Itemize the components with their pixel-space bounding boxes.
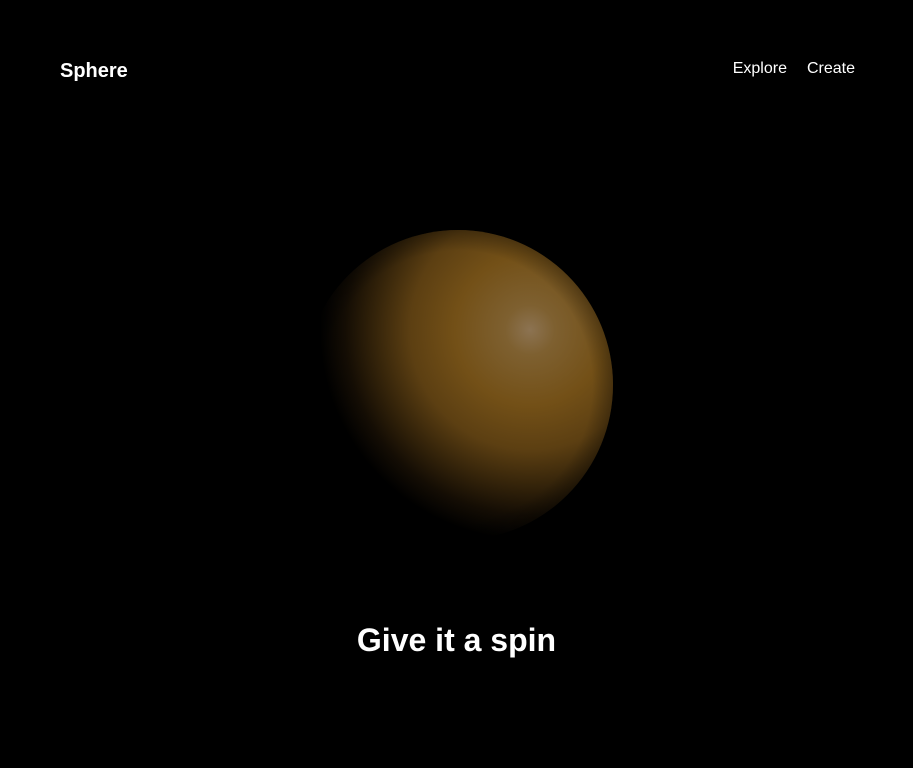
top-nav: Explore Create: [733, 59, 855, 79]
nav-explore-link[interactable]: Explore: [733, 59, 787, 79]
sphere-3d[interactable]: [303, 230, 613, 540]
nav-create-link[interactable]: Create: [807, 59, 855, 79]
logo-link[interactable]: Sphere: [60, 59, 128, 83]
hero-tagline: Give it a spin: [356, 622, 557, 658]
sphere-rim-shade: [303, 230, 613, 540]
